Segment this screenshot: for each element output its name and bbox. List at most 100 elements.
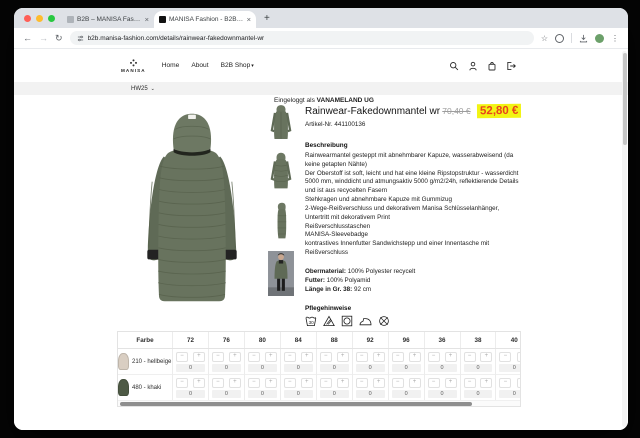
download-icon[interactable] <box>579 34 588 43</box>
qty-value[interactable]: 0 <box>356 390 385 398</box>
qty-plus-button[interactable]: + <box>229 352 241 362</box>
qty-plus-button[interactable]: + <box>193 378 205 388</box>
thumbnail-front-view[interactable] <box>268 104 294 146</box>
qty-minus-button[interactable]: − <box>428 352 440 362</box>
qty-plus-button[interactable]: + <box>445 378 457 388</box>
nav-item-about[interactable]: About <box>191 62 208 69</box>
qty-value[interactable]: 0 <box>212 364 241 372</box>
back-icon[interactable]: ← <box>23 34 32 43</box>
season-selector[interactable]: HW25 ⌄ <box>14 82 628 95</box>
search-icon[interactable] <box>449 61 459 71</box>
qty-plus-button[interactable]: + <box>301 352 313 362</box>
color-label: 480 - khaki <box>132 385 161 391</box>
profile-avatar[interactable] <box>595 34 604 43</box>
qty-minus-button[interactable]: − <box>248 352 260 362</box>
browser-tab-product[interactable]: MANISA Fashion - B2B - Pro... × <box>154 11 256 28</box>
qty-minus-button[interactable]: − <box>499 352 511 362</box>
bookmark-icon[interactable]: ☆ <box>541 34 548 43</box>
thumbnail-back-view[interactable] <box>268 151 294 196</box>
address-bar[interactable]: b2b.manisa-fashion.com/details/rainwear-… <box>70 31 534 45</box>
minimize-window-button[interactable] <box>36 15 43 22</box>
horizontal-scrollbar[interactable] <box>118 400 520 406</box>
qty-minus-button[interactable]: − <box>499 378 511 388</box>
logout-icon[interactable] <box>506 61 516 71</box>
qty-minus-button[interactable]: − <box>392 352 404 362</box>
qty-value[interactable]: 0 <box>392 390 421 398</box>
qty-value[interactable]: 0 <box>284 390 313 398</box>
bag-icon[interactable] <box>487 61 497 71</box>
qty-plus-button[interactable]: + <box>229 378 241 388</box>
qty-value[interactable]: 0 <box>176 364 205 372</box>
browser-tab-b2b[interactable]: B2B – MANISA Fashion × <box>62 11 154 28</box>
tab-favicon <box>67 16 74 23</box>
qty-minus-button[interactable]: − <box>284 352 296 362</box>
manisa-logo[interactable]: MANISA <box>121 59 146 73</box>
close-tab-icon[interactable]: × <box>145 16 149 23</box>
qty-minus-button[interactable]: − <box>248 378 260 388</box>
horizontal-scrollbar-thumb[interactable] <box>120 402 472 406</box>
qty-plus-button[interactable]: + <box>445 352 457 362</box>
thumbnail-model-photo[interactable] <box>268 251 294 301</box>
qty-value[interactable]: 0 <box>284 364 313 372</box>
qty-minus-button[interactable]: − <box>176 378 188 388</box>
qty-minus-button[interactable]: − <box>464 378 476 388</box>
site-settings-icon[interactable] <box>77 35 84 42</box>
nav-item-home[interactable]: Home <box>162 62 180 69</box>
qty-value[interactable]: 0 <box>499 390 521 398</box>
qty-value[interactable]: 0 <box>176 390 205 398</box>
qty-value[interactable]: 0 <box>464 390 493 398</box>
tab-favicon <box>159 16 166 23</box>
qty-minus-button[interactable]: − <box>392 378 404 388</box>
qty-minus-button[interactable]: − <box>428 378 440 388</box>
qty-minus-button[interactable]: − <box>320 352 332 362</box>
qty-plus-button[interactable]: + <box>373 378 385 388</box>
close-tab-icon[interactable]: × <box>247 16 251 23</box>
qty-plus-button[interactable]: + <box>265 352 277 362</box>
qty-plus-button[interactable]: + <box>193 352 205 362</box>
qty-plus-button[interactable]: + <box>480 378 492 388</box>
description-line: Der Oberstoff ist soft, leicht und hat e… <box>305 170 521 196</box>
close-window-button[interactable] <box>24 15 31 22</box>
vertical-scrollbar-thumb[interactable] <box>623 53 627 145</box>
qty-plus-button[interactable]: + <box>373 352 385 362</box>
qty-value[interactable]: 0 <box>212 390 241 398</box>
qty-plus-button[interactable]: + <box>337 378 349 388</box>
qty-value[interactable]: 0 <box>248 364 277 372</box>
user-icon[interactable] <box>468 61 478 71</box>
qty-value[interactable]: 0 <box>356 364 385 372</box>
reload-icon[interactable]: ↻ <box>55 34 63 43</box>
qty-minus-button[interactable]: − <box>356 378 368 388</box>
new-tab-button[interactable]: + <box>264 14 270 24</box>
qty-minus-button[interactable]: − <box>356 352 368 362</box>
qty-minus-button[interactable]: − <box>464 352 476 362</box>
product-main-image[interactable] <box>119 104 265 308</box>
qty-value[interactable]: 0 <box>392 364 421 372</box>
qty-plus-button[interactable]: + <box>517 378 521 388</box>
fullscreen-window-button[interactable] <box>48 15 55 22</box>
qty-value[interactable]: 0 <box>428 364 457 372</box>
extensions-icon[interactable] <box>555 34 564 43</box>
qty-plus-button[interactable]: + <box>265 378 277 388</box>
qty-minus-button[interactable]: − <box>320 378 332 388</box>
url-text[interactable]: b2b.manisa-fashion.com/details/rainwear-… <box>88 35 265 42</box>
qty-minus-button[interactable]: − <box>176 352 188 362</box>
qty-minus-button[interactable]: − <box>212 352 224 362</box>
qty-plus-button[interactable]: + <box>409 378 421 388</box>
nav-item-b2b-shop[interactable]: B2B Shop▾ <box>221 62 254 69</box>
qty-plus-button[interactable]: + <box>301 378 313 388</box>
qty-minus-button[interactable]: − <box>212 378 224 388</box>
qty-value[interactable]: 0 <box>464 364 493 372</box>
qty-value[interactable]: 0 <box>320 364 349 372</box>
qty-plus-button[interactable]: + <box>409 352 421 362</box>
browser-menu-icon[interactable]: ⋮ <box>611 34 619 43</box>
qty-plus-button[interactable]: + <box>517 352 521 362</box>
qty-value[interactable]: 0 <box>248 390 277 398</box>
qty-value[interactable]: 0 <box>320 390 349 398</box>
qty-value[interactable]: 0 <box>499 364 521 372</box>
vertical-scrollbar[interactable] <box>622 51 627 427</box>
qty-minus-button[interactable]: − <box>284 378 296 388</box>
qty-plus-button[interactable]: + <box>480 352 492 362</box>
thumbnail-side-view[interactable] <box>268 201 294 246</box>
qty-value[interactable]: 0 <box>428 390 457 398</box>
qty-plus-button[interactable]: + <box>337 352 349 362</box>
